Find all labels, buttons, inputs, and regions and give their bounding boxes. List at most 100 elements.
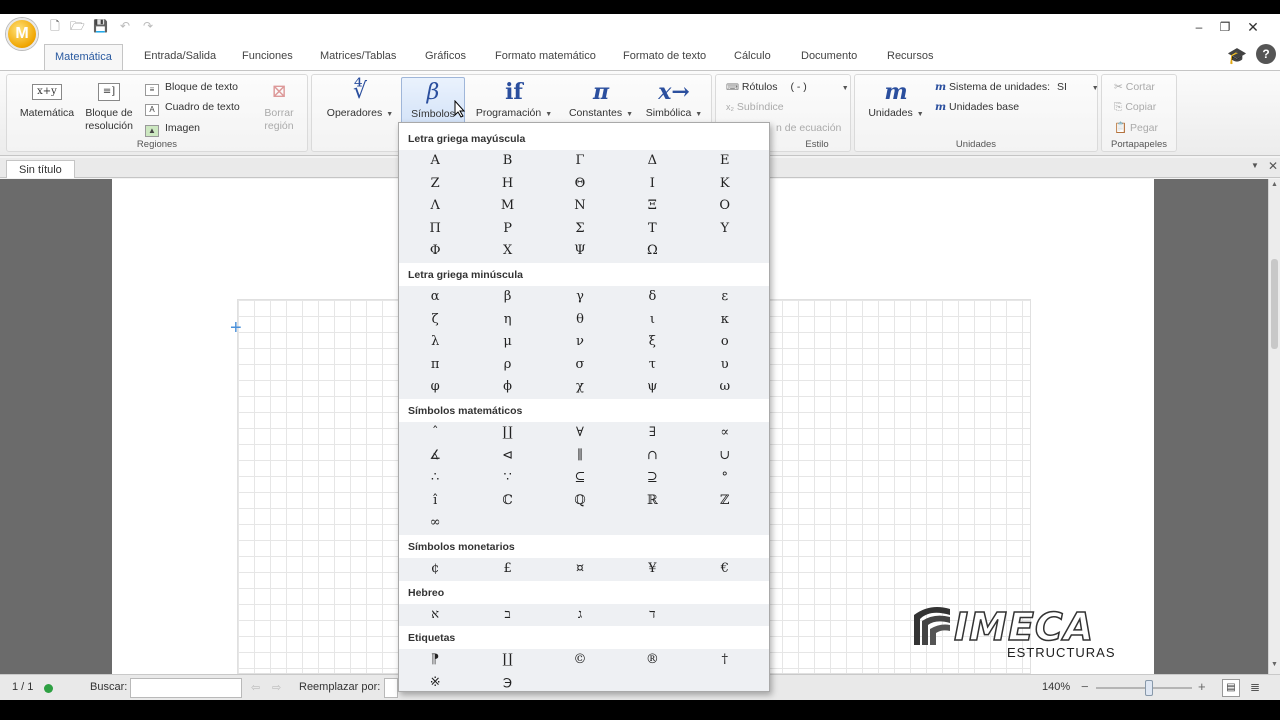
zoom-in-icon[interactable]: +: [1198, 679, 1206, 694]
tab-recursos[interactable]: Recursos: [877, 44, 943, 70]
programacion-button[interactable]: if Programación ▼: [472, 77, 556, 121]
document-tab[interactable]: Sin título: [6, 160, 75, 178]
symbol-item[interactable]: ν: [544, 331, 616, 354]
symbol-item[interactable]: ※: [399, 672, 471, 691]
symbol-item[interactable]: Η: [471, 173, 543, 196]
symbol-item[interactable]: ℝ: [616, 490, 688, 513]
symbol-item[interactable]: Ο: [689, 195, 761, 218]
symbol-item[interactable]: Θ: [544, 173, 616, 196]
symbol-item[interactable]: ℤ: [689, 490, 761, 513]
symbol-item[interactable]: ⊇: [616, 467, 688, 490]
graduation-cap-icon[interactable]: 🎓: [1227, 46, 1247, 66]
matematica-region-button[interactable]: x+y Matemática: [13, 77, 81, 120]
symbol-item[interactable]: א: [399, 604, 471, 627]
zoom-slider-thumb[interactable]: [1144, 680, 1153, 696]
symbol-item[interactable]: ד: [616, 604, 688, 627]
symbol-item[interactable]: ⁋: [399, 649, 471, 672]
minimize-button[interactable]: –: [1188, 18, 1210, 36]
scroll-down-icon[interactable]: ▼: [1271, 661, 1278, 668]
symbol-item[interactable]: μ: [471, 331, 543, 354]
symbol-item[interactable]: ε: [689, 286, 761, 309]
undo-icon[interactable]: ↶: [118, 19, 132, 33]
buscar-input[interactable]: [130, 678, 242, 698]
redo-icon[interactable]: ↷: [141, 19, 155, 33]
bloque-resolucion-button[interactable]: ≡] Bloque de resolución: [79, 77, 139, 133]
tab-calculo[interactable]: Cálculo: [724, 44, 781, 70]
symbol-item[interactable]: ג: [544, 604, 616, 627]
find-next-icon[interactable]: ⇨: [272, 681, 281, 694]
symbol-item[interactable]: θ: [544, 309, 616, 332]
vertical-scrollbar[interactable]: ▲ ▼: [1268, 179, 1280, 674]
symbol-item[interactable]: ι: [616, 309, 688, 332]
symbol-item[interactable]: τ: [616, 354, 688, 377]
symbol-item[interactable]: ∵: [471, 467, 543, 490]
symbol-item[interactable]: Γ: [544, 150, 616, 173]
symbol-item[interactable]: Υ: [689, 218, 761, 241]
symbol-item[interactable]: Λ: [399, 195, 471, 218]
constantes-button[interactable]: π Constantes ▼: [564, 77, 638, 121]
symbol-item[interactable]: υ: [689, 354, 761, 377]
unidades-base-button[interactable]: m Unidades base: [935, 99, 1019, 115]
symbol-item[interactable]: Ι: [616, 173, 688, 196]
symbol-item[interactable]: χ: [544, 376, 616, 399]
symbol-item[interactable]: Ρ: [471, 218, 543, 241]
symbol-item[interactable]: £: [471, 558, 543, 581]
scrollbar-thumb[interactable]: [1271, 259, 1278, 349]
app-menu-button[interactable]: M: [6, 18, 38, 50]
symbol-item[interactable]: Δ: [616, 150, 688, 173]
symbol-item[interactable]: î: [399, 490, 471, 513]
symbol-item[interactable]: Ω: [616, 240, 688, 263]
symbol-item[interactable]: Φ: [399, 240, 471, 263]
numeracion-ecuacion-button[interactable]: n de ecuación: [776, 120, 841, 136]
symbol-item[interactable]: ∃: [616, 422, 688, 445]
symbol-item[interactable]: ∀: [544, 422, 616, 445]
symbol-item[interactable]: ⊆: [544, 467, 616, 490]
symbol-item[interactable]: λ: [399, 331, 471, 354]
symbol-item[interactable]: ℈: [471, 672, 543, 691]
tab-funciones[interactable]: Funciones: [232, 44, 303, 70]
symbol-item[interactable]: ο: [689, 331, 761, 354]
cortar-button[interactable]: ✂ Cortar: [1114, 79, 1155, 95]
symbol-item[interactable]: Ε: [689, 150, 761, 173]
symbol-item[interactable]: €: [689, 558, 761, 581]
symbol-item[interactable]: Π: [399, 218, 471, 241]
tab-documento[interactable]: Documento: [791, 44, 867, 70]
symbol-item[interactable]: κ: [689, 309, 761, 332]
cuadro-texto-button[interactable]: A Cuadro de texto: [145, 99, 240, 116]
symbol-item[interactable]: ρ: [471, 354, 543, 377]
open-folder-icon[interactable]: 🗁: [70, 19, 85, 33]
symbol-item[interactable]: ∡: [399, 445, 471, 468]
new-file-icon[interactable]: 🗋: [48, 19, 62, 33]
tab-graficos[interactable]: Gráficos: [415, 44, 476, 70]
symbol-item[interactable]: ∐: [471, 649, 543, 672]
symbol-item[interactable]: Ν: [544, 195, 616, 218]
symbol-item[interactable]: ∝: [689, 422, 761, 445]
page-view-icon[interactable]: ▤: [1222, 679, 1240, 697]
symbol-item[interactable]: ℚ: [544, 490, 616, 513]
tab-matrices-tablas[interactable]: Matrices/Tablas: [310, 44, 406, 70]
symbol-item[interactable]: Α: [399, 150, 471, 173]
help-icon[interactable]: ?: [1256, 44, 1276, 64]
symbol-item[interactable]: Τ: [616, 218, 688, 241]
subindice-button[interactable]: x₂ Subíndice: [726, 99, 784, 115]
tab-matematica[interactable]: Matemática: [44, 44, 123, 70]
sistema-unidades-dropdown[interactable]: m Sistema de unidades: SI ▼: [935, 79, 1099, 95]
symbol-item[interactable]: ζ: [399, 309, 471, 332]
borrar-region-button[interactable]: ⊠ Borrar región: [255, 77, 303, 133]
symbol-item[interactable]: Σ: [544, 218, 616, 241]
close-document-icon[interactable]: ✕: [1268, 159, 1278, 173]
symbol-item[interactable]: ξ: [616, 331, 688, 354]
symbol-item[interactable]: η: [471, 309, 543, 332]
unidades-button[interactable]: m Unidades ▼: [861, 77, 931, 121]
save-icon[interactable]: 💾: [93, 19, 108, 33]
symbol-item[interactable]: φ: [399, 376, 471, 399]
imagen-button[interactable]: ▲ Imagen: [145, 120, 200, 137]
symbol-item[interactable]: β: [471, 286, 543, 309]
symbol-item[interactable]: ב: [471, 604, 543, 627]
zoom-out-icon[interactable]: −: [1081, 679, 1089, 694]
copiar-button[interactable]: ⎘ Copiar: [1114, 99, 1156, 115]
symbol-item[interactable]: ∞: [399, 512, 471, 535]
tab-formato-matematico[interactable]: Formato matemático: [485, 44, 606, 70]
symbol-item[interactable]: ∐: [471, 422, 543, 445]
symbol-item[interactable]: ℂ: [471, 490, 543, 513]
